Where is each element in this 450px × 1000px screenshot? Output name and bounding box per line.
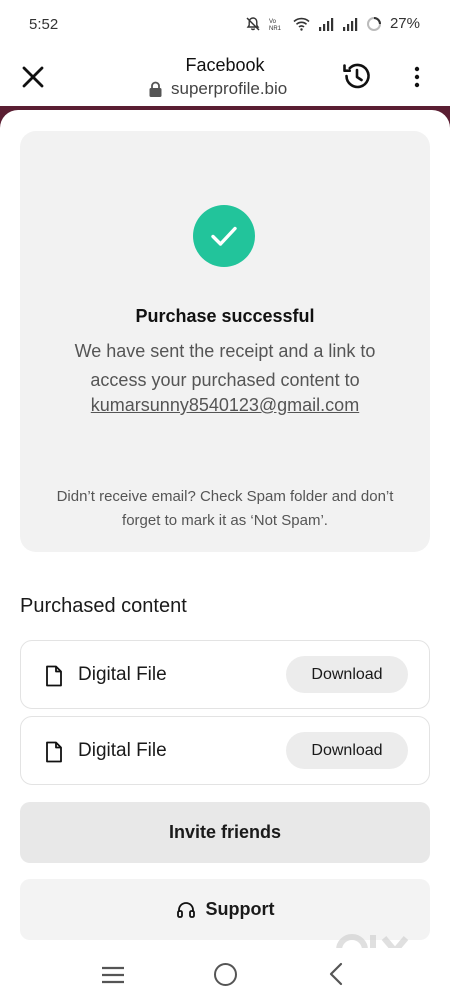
success-card: Purchase successful We have sent the rec… [20,131,430,552]
support-button[interactable]: Support [20,879,430,940]
purchased-content-title: Purchased content [20,595,187,617]
page-title: Facebook [185,55,265,75]
battery-icon [366,16,382,32]
battery-percent: 27% [389,15,420,32]
volte-icon: Vo NR1 [269,16,285,32]
file-name: Digital File [78,740,167,761]
support-label: Support [205,899,275,919]
success-check-badge [193,205,255,267]
download-button[interactable]: Download [286,732,408,769]
back-icon[interactable] [328,962,344,986]
system-nav-bar [0,948,450,1000]
invite-friends-button[interactable]: Invite friends [20,802,430,863]
download-button[interactable]: Download [286,656,408,693]
status-icons: Vo NR1 27% [245,15,420,32]
status-bar: 5:52 Vo NR1 27% [0,0,450,48]
more-vert-icon [414,66,420,88]
svg-text:Vo: Vo [269,19,277,25]
success-message: We have sent the receipt and a link to a… [74,341,376,390]
signal-icon [342,17,358,31]
url-text: superprofile.bio [171,79,288,98]
url-bar[interactable]: superprofile.bio [148,79,287,99]
browser-header: Facebook superprofile.bio [0,48,450,108]
recents-icon[interactable] [101,966,125,984]
signal-icon [318,17,334,31]
file-icon [46,741,62,763]
history-button[interactable] [340,59,374,93]
checkmark-icon [211,226,237,246]
list-item: Digital File Download [20,716,430,785]
file-icon [46,665,62,687]
history-icon [343,63,370,89]
status-time: 5:52 [29,16,59,33]
more-menu-button[interactable] [406,64,428,90]
home-button[interactable] [214,963,237,986]
svg-text:NR1: NR1 [269,26,282,32]
file-name: Digital File [78,664,167,685]
wifi-icon [293,17,310,31]
spam-note: Didn’t receive email? Check Spam folder … [56,488,394,529]
headset-icon [176,901,195,918]
email-link[interactable]: kumarsunny8540123@gmail.com [20,395,430,416]
mute-bell-icon [245,16,261,32]
list-item: Digital File Download [20,640,430,709]
success-title: Purchase successful [135,306,315,326]
lock-icon [149,81,162,97]
